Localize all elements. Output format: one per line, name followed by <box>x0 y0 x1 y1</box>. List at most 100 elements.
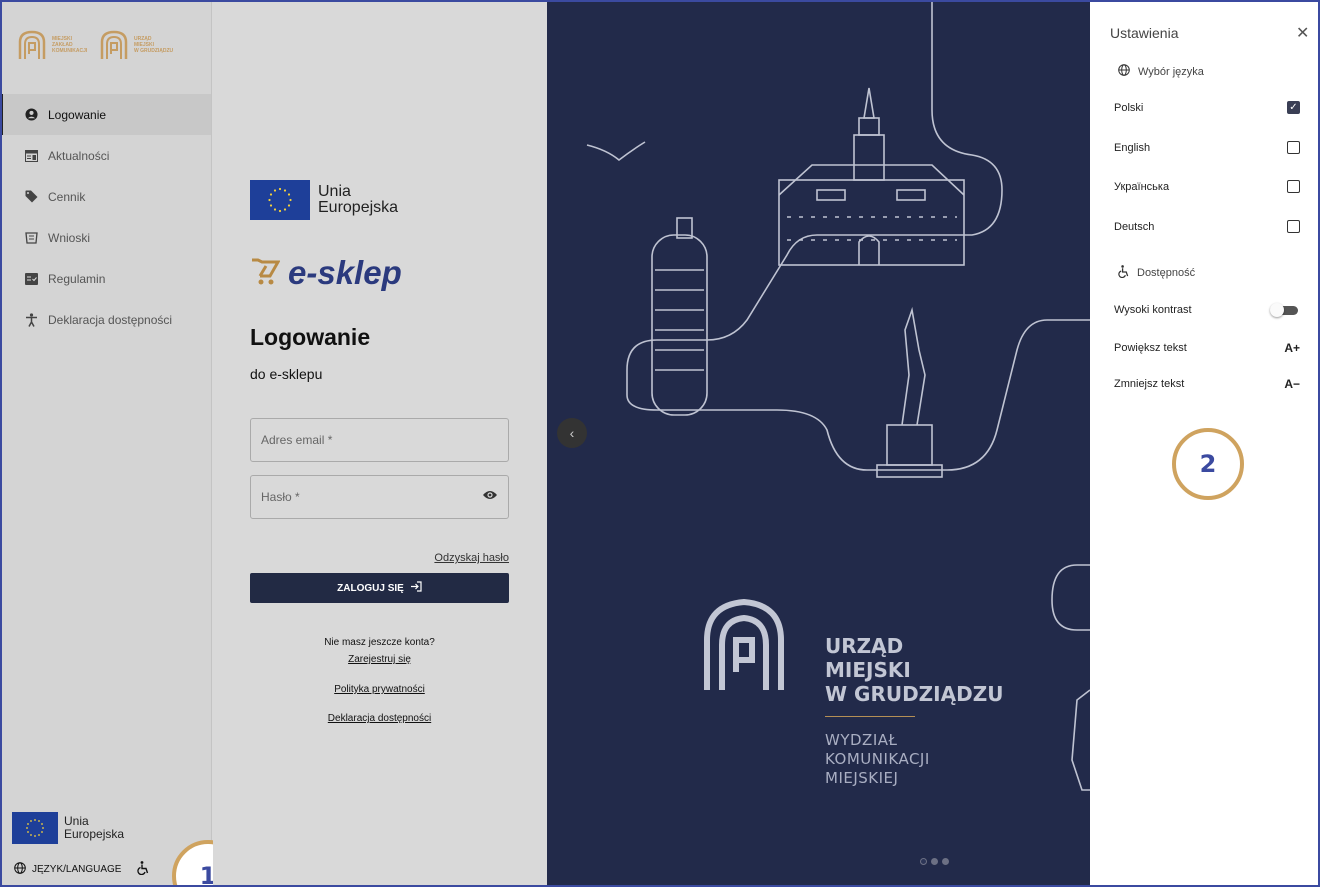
wk-text-line2: KOMUNIKACJI <box>825 750 930 768</box>
accessibility-section-label: Dostępność <box>1137 267 1196 279</box>
checkbox[interactable] <box>1287 180 1300 193</box>
high-contrast-label: Wysoki kontrast <box>1114 304 1192 316</box>
um-text: URZĄD MIEJSKI W GRUDZIĄDZU <box>825 634 1003 706</box>
mzk-logo[interactable]: MIEJSKI ZAKŁAD KOMUNIKACJI <box>18 30 92 60</box>
language-option-polski[interactable]: Polski ✓ <box>1114 101 1300 114</box>
shrink-text-row: Zmniejsz tekst A− <box>1114 377 1300 391</box>
login-button[interactable]: ZALOGUJ SIĘ <box>250 573 509 603</box>
carousel-dot[interactable] <box>920 858 927 865</box>
um-text-line2: MIEJSKI <box>825 658 911 682</box>
enlarge-text-label: Powiększ tekst <box>1114 342 1187 354</box>
language-option-label: Polski <box>1114 101 1144 114</box>
carousel-dot[interactable] <box>942 858 949 865</box>
um-logo[interactable]: URZĄD MIEJSKI W GRUDZIĄDZU <box>100 30 174 60</box>
divider <box>825 716 915 717</box>
carousel-prev-button[interactable]: ‹ <box>557 418 587 448</box>
account-circle-icon <box>24 108 38 122</box>
eu-text-line2: Europejska <box>64 827 125 841</box>
no-account-text: Nie masz jeszcze konta? <box>324 637 435 648</box>
news-icon <box>24 149 38 163</box>
language-option-label: English <box>1114 141 1151 154</box>
sidebar-item-cennik[interactable]: Cennik <box>0 176 211 217</box>
wk-text-line1: WYDZIAŁ <box>825 731 898 749</box>
language-option-english[interactable]: English <box>1114 141 1300 154</box>
sidebar-item-label: Deklaracja dostępności <box>48 312 173 327</box>
eye-icon[interactable] <box>482 488 498 506</box>
sidebar-item-label: Logowanie <box>48 107 107 122</box>
email-field[interactable] <box>250 418 509 462</box>
globe-icon <box>14 862 26 877</box>
bird-icon <box>586 141 646 162</box>
login-icon <box>410 581 422 595</box>
accessibility-icon <box>24 312 38 327</box>
sidebar: MIEJSKI ZAKŁAD KOMUNIKACJI URZĄD MIEJSKI… <box>0 0 244 887</box>
globe-icon <box>1118 64 1130 79</box>
privacy-link[interactable]: Polityka prywatności <box>250 684 509 695</box>
enlarge-text-row: Powiększ tekst A+ <box>1114 341 1300 355</box>
language-option-deutsch[interactable]: Deutsch <box>1114 220 1300 233</box>
sidebar-item-label: Wnioski <box>48 230 91 245</box>
close-icon[interactable]: ✕ <box>1296 23 1309 43</box>
eu-flag-icon <box>12 812 58 844</box>
accessibility-wheelchair-icon[interactable] <box>137 861 149 878</box>
accessibility-wheelchair-icon <box>1118 265 1129 281</box>
accessibility-declaration-link[interactable]: Deklaracja dostępności <box>250 713 509 724</box>
carousel-dots <box>920 858 949 865</box>
mzk-logo-line3: KOMUNIKACJI <box>52 48 88 54</box>
eu-text-line2: Europejska <box>318 199 399 216</box>
shrink-text-label: Zmniejsz tekst <box>1114 378 1185 390</box>
cart-icon <box>250 256 281 291</box>
esklep-logo: e-sklep <box>250 254 402 292</box>
eu-logo-bottom: Unia Europejska <box>12 812 124 844</box>
language-label: JĘZYK/LANGUAGE <box>32 864 122 875</box>
recover-password-link[interactable]: Odzyskaj hasło <box>434 552 509 564</box>
shrink-text-button[interactable]: A− <box>1284 377 1300 391</box>
sidebar-item-regulamin[interactable]: Regulamin <box>0 258 211 299</box>
sidebar-item-wnioski[interactable]: Wnioski <box>0 217 211 258</box>
language-option-ukrainian[interactable]: Українська <box>1114 180 1300 193</box>
language-section-header: Wybór języka <box>1118 64 1204 79</box>
sidebar-item-label: Aktualności <box>48 148 110 163</box>
chevron-left-icon: ‹ <box>569 425 575 441</box>
high-contrast-row: Wysoki kontrast <box>1114 303 1300 317</box>
sidebar-item-label: Regulamin <box>48 271 106 286</box>
language-option-label: Deutsch <box>1114 220 1155 233</box>
language-switcher[interactable]: JĘZYK/LANGUAGE <box>14 861 149 878</box>
settings-panel: Ustawienia ✕ Wybór języka Polski ✓ Engli… <box>1090 0 1320 887</box>
checkbox[interactable] <box>1287 220 1300 233</box>
wk-text: WYDZIAŁ KOMUNIKACJI MIEJSKIEJ <box>825 731 930 788</box>
high-contrast-toggle[interactable] <box>1270 303 1300 317</box>
page-subtitle: do e-sklepu <box>250 366 323 382</box>
accessibility-section-header: Dostępność <box>1118 265 1195 281</box>
logos: MIEJSKI ZAKŁAD KOMUNIKACJI URZĄD MIEJSKI… <box>18 30 174 60</box>
password-field[interactable] <box>250 475 509 519</box>
eu-logo-top: Unia Europejska <box>250 180 398 220</box>
um-text-line1: URZĄD <box>825 634 904 658</box>
enlarge-text-button[interactable]: A+ <box>1284 341 1300 355</box>
sidebar-item-label: Cennik <box>48 189 86 204</box>
um-text-line3: W GRUDZIĄDZU <box>825 682 1004 706</box>
password-input[interactable] <box>261 490 461 504</box>
register-link[interactable]: Zarejestruj się <box>250 654 509 665</box>
sidebar-item-logowanie[interactable]: Logowanie <box>0 94 211 135</box>
city-illustration <box>586 0 1090 791</box>
page-title: Logowanie <box>250 324 371 350</box>
arch-logo-icon <box>100 30 128 59</box>
email-input[interactable] <box>261 433 461 447</box>
sidebar-item-deklaracja[interactable]: Deklaracja dostępności <box>0 299 211 340</box>
wk-text-line3: MIEJSKIEJ <box>825 769 899 787</box>
language-option-label: Українська <box>1114 180 1170 193</box>
checkbox-checked[interactable]: ✓ <box>1287 101 1300 114</box>
carousel-dot[interactable] <box>931 858 938 865</box>
login-panel: Unia Europejska e-sklep Logowanie do e-s… <box>213 0 547 887</box>
esklep-brand: e-sklep <box>288 254 402 291</box>
login-button-label: ZALOGUJ SIĘ <box>337 582 404 594</box>
sidebar-nav: Logowanie Aktualności Cennik Wnioski Reg… <box>0 94 211 340</box>
forms-icon <box>24 231 38 245</box>
annotation-badge-2: 2 <box>1172 428 1244 500</box>
eu-flag-icon <box>250 180 310 220</box>
eu-text-line1: Unia <box>318 183 351 200</box>
checkbox[interactable] <box>1287 141 1300 154</box>
language-section-label: Wybór języka <box>1138 65 1204 78</box>
sidebar-item-aktualnosci[interactable]: Aktualności <box>0 135 211 176</box>
